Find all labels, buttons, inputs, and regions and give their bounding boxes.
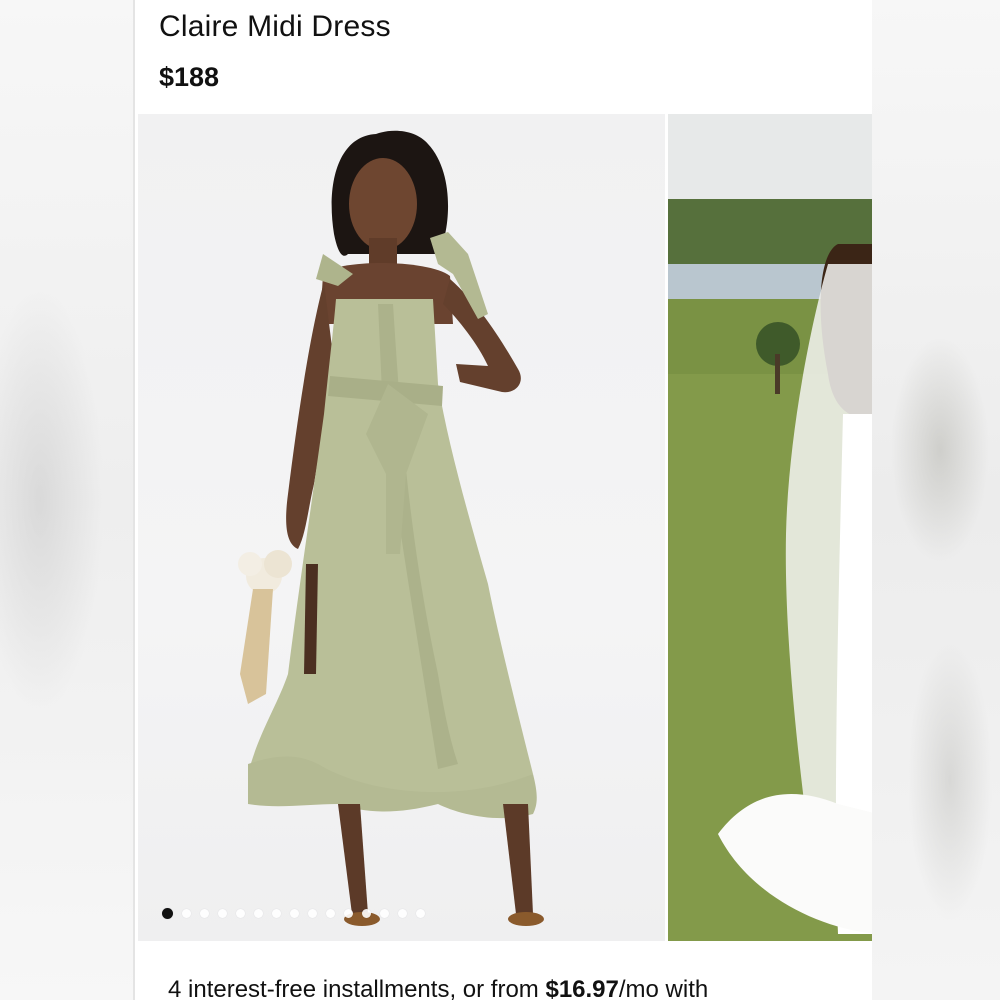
installment-offer: 4 interest-free installments, or from $1… <box>168 976 708 1000</box>
carousel-dot[interactable] <box>218 909 227 918</box>
product-screen: Claire Midi Dress $188 4 interest-free i… <box>133 0 872 1000</box>
product-photo-secondary[interactable] <box>668 114 872 941</box>
carousel-dot[interactable] <box>362 909 371 918</box>
product-title: Claire Midi Dress <box>159 10 391 43</box>
installment-text-after: /mo with <box>618 976 709 1000</box>
blurred-background-left <box>0 0 133 1000</box>
installment-text-before: 4 interest-free installments, or from <box>168 976 546 1000</box>
carousel-dot[interactable] <box>272 909 281 918</box>
model-illustration <box>238 130 544 926</box>
carousel-dot[interactable] <box>162 908 173 919</box>
carousel-dot[interactable] <box>182 909 191 918</box>
product-price: $188 <box>159 62 220 92</box>
blurred-background-right <box>870 0 1000 1000</box>
carousel-pagination <box>162 908 425 919</box>
carousel-dot[interactable] <box>254 909 263 918</box>
carousel-dot[interactable] <box>380 909 389 918</box>
carousel-dot[interactable] <box>344 909 353 918</box>
bride-scene-illustration <box>668 114 872 941</box>
carousel-dot[interactable] <box>236 909 245 918</box>
carousel-dot[interactable] <box>290 909 299 918</box>
carousel-dot[interactable] <box>200 909 209 918</box>
carousel-dot[interactable] <box>398 909 407 918</box>
carousel-dot[interactable] <box>416 909 425 918</box>
installment-amount: $16.97 <box>545 976 619 1000</box>
carousel-dot[interactable] <box>326 909 335 918</box>
product-photo-main[interactable] <box>138 114 665 941</box>
product-image-carousel[interactable] <box>138 114 872 941</box>
carousel-dot[interactable] <box>308 909 317 918</box>
